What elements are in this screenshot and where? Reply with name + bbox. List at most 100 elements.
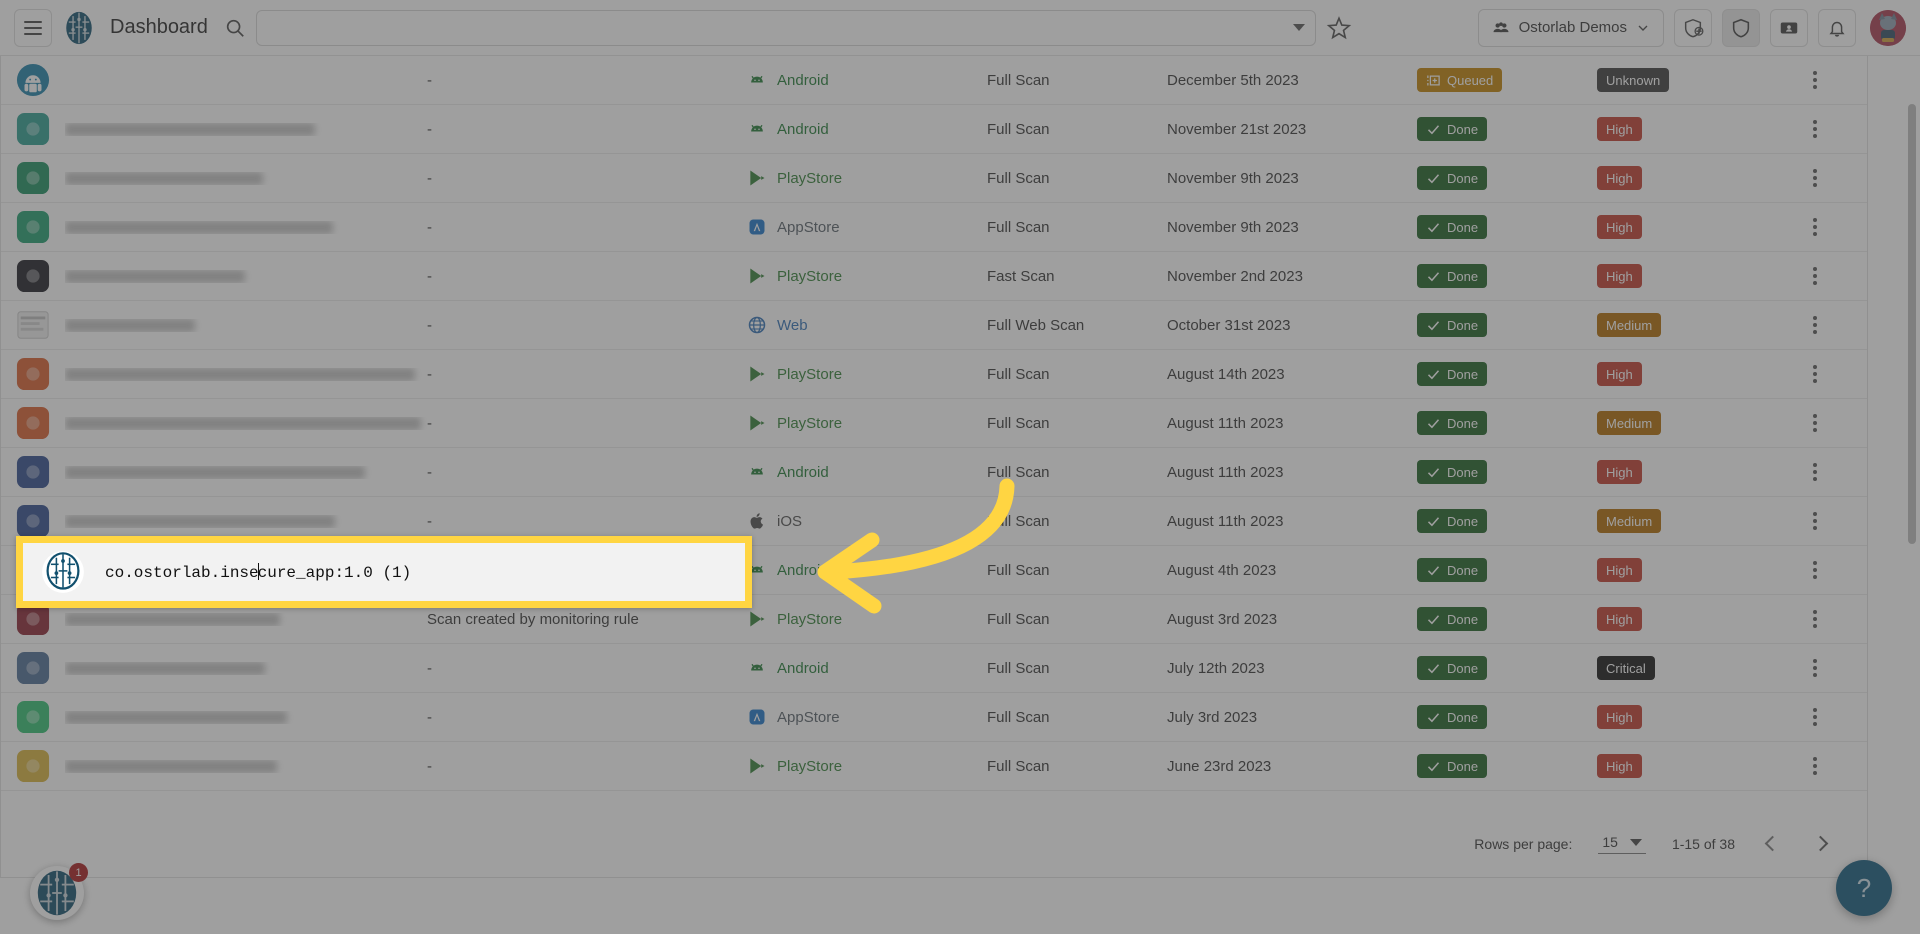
playstore-icon [747,266,767,286]
security-shield-button[interactable] [1722,9,1760,47]
row-platform: AppStore [747,707,987,727]
row-actions[interactable] [1762,316,1867,334]
table-row[interactable]: -AndroidFull ScanAugust 11th 2023DoneHig… [1,448,1867,497]
notifications-button[interactable] [1818,9,1856,47]
risk-badge-label: High [1606,220,1633,235]
row-risk: High [1597,117,1762,141]
organization-selector[interactable]: Ostorlab Demos [1478,9,1664,47]
row-menu-icon[interactable] [1813,218,1817,236]
risk-badge: High [1597,460,1642,484]
row-menu-icon[interactable] [1813,512,1817,530]
risk-badge-label: High [1606,122,1633,137]
chevron-right-icon[interactable] [1809,833,1831,855]
search-field[interactable] [256,10,1316,46]
table-row[interactable]: -PlayStoreFull ScanJune 23rd 2023DoneHig… [1,742,1867,791]
star-outline-icon[interactable] [1326,15,1352,41]
app-icon [16,259,50,293]
row-actions[interactable] [1762,757,1867,775]
table-row[interactable]: -PlayStoreFull ScanAugust 11th 2023DoneM… [1,399,1867,448]
row-platform-label: Android [777,660,829,677]
row-actions[interactable] [1762,71,1867,89]
row-platform-label: PlayStore [777,366,842,383]
status-badge-label: Done [1447,220,1478,235]
help-question-icon: ? [1857,873,1871,904]
app-icon [16,406,50,440]
row-actions[interactable] [1762,218,1867,236]
row-date: November 9th 2023 [1167,219,1417,236]
status-badge: Done [1417,460,1487,484]
chevron-left-icon[interactable] [1761,833,1783,855]
table-row[interactable]: -AndroidFull ScanJuly 12th 2023DoneCriti… [1,644,1867,693]
ostorlab-floating-button[interactable]: 1 [30,866,84,920]
row-menu-icon[interactable] [1813,316,1817,334]
row-menu-icon[interactable] [1813,414,1817,432]
row-app-icon [1,749,65,783]
row-menu-icon[interactable] [1813,71,1817,89]
search-input[interactable] [267,18,1287,37]
row-menu-icon[interactable] [1813,365,1817,383]
row-actions[interactable] [1762,414,1867,432]
row-actions[interactable] [1762,267,1867,285]
row-risk: High [1597,607,1762,631]
row-date: November 9th 2023 [1167,170,1417,187]
row-scan-type: Full Scan [987,513,1167,530]
row-actions[interactable] [1762,708,1867,726]
hamburger-menu-button[interactable] [14,9,52,47]
row-app-icon [1,357,65,391]
row-platform-label: Web [777,317,808,334]
row-actions[interactable] [1762,463,1867,481]
row-platform-label: PlayStore [777,611,842,628]
row-actions[interactable] [1762,610,1867,628]
row-menu-icon[interactable] [1813,757,1817,775]
chevron-down-icon[interactable] [1293,24,1305,31]
row-menu-icon[interactable] [1813,659,1817,677]
avatar[interactable] [1870,10,1906,46]
search-icon[interactable] [224,17,246,39]
table-row[interactable]: -AppStoreFull ScanJuly 3rd 2023DoneHigh [1,693,1867,742]
row-date: August 11th 2023 [1167,513,1417,530]
row-platform-label: Android [777,121,829,138]
table-row[interactable]: -PlayStoreFull ScanNovember 9th 2023Done… [1,154,1867,203]
row-platform-label: PlayStore [777,268,842,285]
table-row[interactable]: -AndroidFull ScanNovember 21st 2023DoneH… [1,105,1867,154]
tickets-button[interactable] [1770,9,1808,47]
help-button[interactable]: ? [1836,860,1892,916]
row-actions[interactable] [1762,365,1867,383]
table-row[interactable]: -WebFull Web ScanOctober 31st 2023DoneMe… [1,301,1867,350]
row-platform-label: Android [777,562,829,579]
table-scrollbar[interactable] [1908,56,1916,856]
status-badge-label: Done [1447,612,1478,627]
row-actions[interactable] [1762,169,1867,187]
rows-per-page-select[interactable]: 15 [1598,834,1646,854]
status-badge-label: Queued [1447,73,1493,88]
row-menu-icon[interactable] [1813,169,1817,187]
status-badge-label: Done [1447,563,1478,578]
table-row[interactable]: -AppStoreFull ScanNovember 9th 2023DoneH… [1,203,1867,252]
row-menu-icon[interactable] [1813,610,1817,628]
risk-badge-label: High [1606,367,1633,382]
row-actions[interactable] [1762,120,1867,138]
search-suggestion-highlight[interactable]: co.ostorlab.insecure_app:1.0 (1) [16,536,752,608]
row-scan-type: Full Scan [987,562,1167,579]
row-actions[interactable] [1762,659,1867,677]
app-icon [16,455,50,489]
row-scan-type: Full Web Scan [987,317,1167,334]
row-menu-icon[interactable] [1813,708,1817,726]
row-actions[interactable] [1762,512,1867,530]
table-scrollbar-thumb[interactable] [1908,104,1916,544]
row-menu-icon[interactable] [1813,463,1817,481]
row-menu-icon[interactable] [1813,561,1817,579]
appstore-icon [747,217,767,237]
table-row[interactable]: -PlayStoreFull ScanAugust 14th 2023DoneH… [1,350,1867,399]
check-icon [1426,367,1441,382]
row-actions[interactable] [1762,561,1867,579]
status-badge: Done [1417,607,1487,631]
row-menu-icon[interactable] [1813,267,1817,285]
status-badge: Done [1417,362,1487,386]
search-area [224,10,1468,46]
risk-badge: High [1597,215,1642,239]
new-scan-button[interactable] [1674,9,1712,47]
row-menu-icon[interactable] [1813,120,1817,138]
table-row[interactable]: -AndroidFull ScanDecember 5th 2023Queued… [1,56,1867,105]
table-row[interactable]: -PlayStoreFast ScanNovember 2nd 2023Done… [1,252,1867,301]
